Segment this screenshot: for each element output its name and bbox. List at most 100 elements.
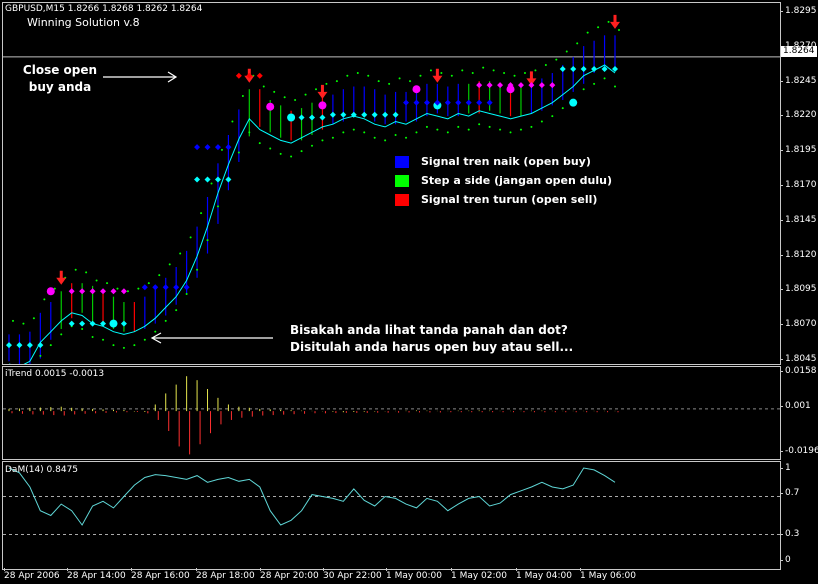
level-marker bbox=[194, 176, 201, 183]
support-dot bbox=[39, 354, 42, 357]
ohlc-label: 1.8266 1.8268 1.8262 1.8264 bbox=[67, 4, 203, 14]
level-marker bbox=[517, 82, 524, 89]
level-marker bbox=[141, 284, 148, 291]
resistance-dot bbox=[315, 88, 317, 91]
resistance-dot bbox=[398, 77, 401, 80]
price-chart-pane[interactable] bbox=[2, 2, 781, 365]
level-marker bbox=[68, 288, 75, 295]
dam-indicator-pane[interactable] bbox=[2, 461, 781, 570]
sell-arrow bbox=[432, 68, 443, 83]
legend-label-buy: Signal tren naik (open buy) bbox=[421, 155, 591, 168]
support-dot bbox=[488, 125, 491, 128]
level-marker bbox=[68, 320, 75, 327]
level-marker bbox=[392, 111, 399, 118]
level-marker bbox=[214, 144, 221, 151]
support-dot bbox=[561, 107, 564, 110]
level-marker bbox=[298, 114, 305, 121]
itrend-tick-top: 0.0158 bbox=[780, 366, 817, 376]
support-dot bbox=[60, 333, 63, 336]
support-dot bbox=[436, 128, 439, 131]
level-marker bbox=[559, 66, 566, 73]
support-dot bbox=[405, 136, 408, 139]
support-dot bbox=[467, 128, 470, 131]
support-dot bbox=[49, 344, 52, 347]
level-marker bbox=[256, 72, 263, 79]
legend-label-sell: Signal tren turun (open sell) bbox=[421, 193, 598, 206]
level-marker bbox=[204, 144, 211, 151]
level-marker bbox=[444, 99, 451, 106]
resistance-dot bbox=[388, 82, 391, 85]
level-marker bbox=[570, 66, 577, 73]
resistance-dot bbox=[137, 287, 140, 290]
resistance-dot bbox=[273, 90, 276, 93]
resistance-dot bbox=[294, 98, 297, 101]
resistance-dot bbox=[534, 69, 537, 72]
resistance-dot bbox=[419, 74, 422, 77]
support-dot bbox=[216, 205, 219, 208]
level-marker bbox=[319, 114, 326, 121]
itrend-axis: 0.0158 0.001 -0.0196 bbox=[780, 366, 818, 458]
resistance-dot bbox=[586, 31, 589, 34]
level-marker bbox=[580, 66, 587, 73]
resistance-dot bbox=[513, 74, 516, 77]
resistance-dot bbox=[471, 72, 474, 75]
support-dot bbox=[415, 131, 418, 134]
level-marker bbox=[476, 82, 483, 89]
resistance-dot bbox=[555, 58, 558, 61]
level-marker bbox=[486, 99, 493, 106]
level-marker bbox=[413, 99, 420, 106]
price-tick: 1.8170 bbox=[780, 180, 817, 190]
resistance-dot bbox=[210, 182, 213, 185]
resistance-dot bbox=[565, 50, 568, 53]
resistance-dot bbox=[189, 236, 192, 239]
support-dot bbox=[425, 125, 428, 128]
support-dot bbox=[593, 82, 596, 85]
price-tick: 1.8295 bbox=[780, 6, 817, 16]
resistance-dot bbox=[325, 82, 328, 85]
resistance-dot bbox=[346, 74, 349, 77]
level-marker bbox=[6, 342, 12, 349]
support-dot bbox=[331, 136, 334, 139]
legend-item-sell: Signal tren turun (open sell) bbox=[395, 190, 612, 209]
symbol-label: GBPUSD,M15 bbox=[5, 4, 65, 14]
level-marker bbox=[225, 144, 232, 151]
price-tick: 1.8145 bbox=[780, 214, 817, 225]
level-marker bbox=[403, 99, 410, 106]
level-marker bbox=[37, 342, 44, 349]
resistance-dot bbox=[576, 42, 579, 45]
level-marker bbox=[100, 288, 107, 295]
support-dot bbox=[164, 319, 167, 322]
time-tick: 28 Apr 20:00 bbox=[260, 568, 319, 581]
resistance-dot bbox=[126, 290, 129, 293]
price-tick: 1.8120 bbox=[780, 249, 817, 260]
dam-tick-03: 0.3 bbox=[779, 529, 800, 539]
resistance-dot bbox=[262, 85, 265, 88]
time-tick: 28 Apr 16:00 bbox=[131, 568, 190, 581]
level-marker bbox=[382, 111, 389, 118]
level-marker bbox=[79, 288, 86, 295]
price-chart-canvas bbox=[3, 14, 780, 364]
level-marker bbox=[225, 176, 232, 183]
level-marker bbox=[89, 288, 96, 295]
legend-swatch-blue bbox=[395, 155, 409, 168]
indicator-title: Winning Solution v.8 bbox=[27, 16, 140, 29]
level-marker bbox=[486, 82, 493, 89]
level-marker bbox=[465, 99, 472, 106]
resistance-dot bbox=[116, 287, 119, 290]
level-marker bbox=[549, 82, 556, 89]
resistance-dot bbox=[482, 66, 485, 69]
level-marker bbox=[204, 176, 211, 183]
resistance-dot bbox=[492, 69, 495, 72]
support-dot bbox=[321, 139, 324, 142]
price-tick: 1.8195 bbox=[780, 145, 817, 156]
resistance-dot bbox=[367, 74, 370, 77]
legend-swatch-green bbox=[395, 174, 409, 187]
level-marker bbox=[16, 342, 23, 349]
itrend-indicator-pane[interactable] bbox=[2, 366, 781, 460]
support-dot bbox=[279, 152, 282, 155]
resistance-dot bbox=[95, 279, 98, 282]
signal-dot bbox=[318, 101, 327, 110]
support-dot bbox=[519, 128, 522, 131]
support-dot bbox=[509, 131, 512, 134]
support-dot bbox=[352, 128, 355, 131]
